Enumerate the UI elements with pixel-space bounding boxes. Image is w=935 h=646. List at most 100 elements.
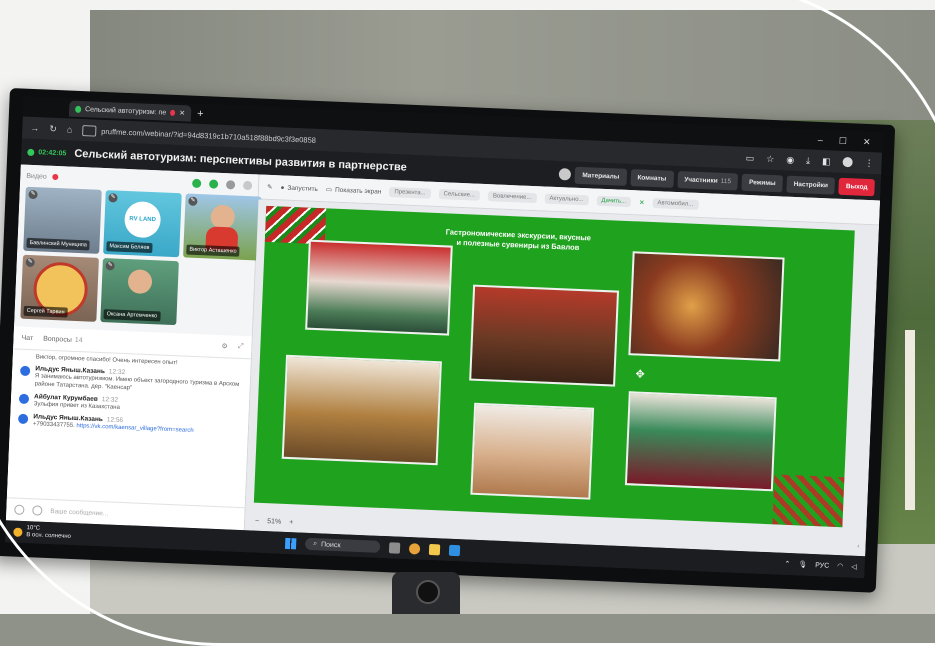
pin-icon[interactable]: ✎ (105, 261, 115, 271)
presentation-chip[interactable]: Презента... (389, 186, 431, 199)
profile-avatar[interactable] (842, 156, 853, 168)
zoom-value: 51% (267, 518, 282, 526)
reload-icon[interactable]: ↻ (49, 123, 57, 134)
show-screen-button[interactable]: ▭ Показать экран (326, 185, 382, 195)
modes-button[interactable]: Режимы (741, 173, 784, 192)
materials-button[interactable]: Материалы (574, 166, 627, 186)
questions-label: Вопросы (43, 335, 72, 344)
video-label: Видео (26, 172, 47, 181)
emoji-icon[interactable] (559, 168, 572, 181)
input-language[interactable]: РУС (815, 562, 829, 570)
cast-icon[interactable]: ▭ (746, 152, 755, 163)
webinar-body: Видео ✎ Бавлинский Муниципа RV LAND ✎ Ма… (5, 164, 881, 557)
presentation-chip-active[interactable]: Дачить... (596, 195, 632, 208)
participant-name: Сергей Тарвин (23, 305, 68, 318)
tray-chevron-icon[interactable]: ⌃ (784, 560, 790, 568)
tab-favicon-icon (75, 105, 82, 113)
participant-face (127, 269, 153, 295)
slide-photo (469, 284, 620, 387)
windows-start-icon[interactable] (284, 537, 297, 549)
weather-widget[interactable]: 10°C В осн. солнечно (13, 525, 71, 541)
presentation-chip[interactable]: Автомобил... (652, 198, 699, 210)
store-icon[interactable] (449, 544, 461, 556)
download-icon[interactable]: ⤓ (806, 155, 810, 166)
prev-slide-icon[interactable]: ‹ (857, 543, 860, 550)
message-text: +79033437755. (32, 421, 75, 430)
weather-temp: 10°C (26, 525, 41, 533)
user-avatar-icon (19, 365, 31, 377)
participants-label: Участники (684, 175, 718, 185)
video-tile[interactable]: RV LAND ✎ Максим Беляев (103, 190, 182, 258)
chat-settings-icon[interactable]: ⚙ (221, 342, 228, 350)
zoom-out-icon[interactable]: − (255, 518, 259, 525)
search-label: Поиск (320, 540, 341, 549)
wifi-icon[interactable]: ◠ (837, 562, 843, 570)
slide-ornament (264, 205, 327, 245)
participants-button[interactable]: Участники 115 (676, 170, 739, 191)
minimize-icon[interactable]: – (818, 134, 823, 145)
slide-photo (624, 391, 777, 492)
volume-icon[interactable]: ◁ (851, 563, 857, 571)
tab-close-icon[interactable]: ✕ (179, 109, 185, 117)
tab-title: Сельский автотуризм: пе (84, 105, 167, 117)
participants-count: 115 (720, 177, 732, 185)
slide-caption: Гастрономические экскурсии, вкусные и по… (445, 227, 592, 253)
participant-name: Виктор Асташенко (186, 244, 240, 257)
taskbar-apps: ⌕ Поиск (284, 537, 461, 556)
presentation-chip[interactable]: Сельские... (438, 189, 481, 201)
file-explorer-icon[interactable] (429, 543, 441, 555)
exit-button[interactable]: Выход (838, 177, 875, 196)
site-info-icon[interactable] (82, 124, 97, 137)
camera-on-icon[interactable] (192, 178, 202, 188)
close-window-icon[interactable]: ✕ (863, 136, 871, 147)
extension-icon[interactable]: ◉ (786, 154, 794, 165)
pin-icon[interactable]: ✎ (28, 189, 38, 200)
start-label: Запустить (287, 184, 319, 193)
menu-icon[interactable]: ⋮ (864, 157, 873, 168)
start-button[interactable]: ● Запустить (280, 184, 318, 193)
video-tile[interactable]: ✎ Оксана Артемченко (100, 258, 179, 326)
maximize-icon[interactable]: ☐ (839, 135, 847, 146)
tab-questions[interactable]: Вопросы 14 (43, 335, 83, 344)
message-list: Виктор, огромное спасибо! Очень интересе… (7, 349, 251, 507)
pin-icon[interactable]: ✎ (188, 196, 198, 206)
zoom-in-icon[interactable]: + (289, 519, 293, 526)
system-tray: ⌃ 🎙 РУС ◠ ◁ (784, 560, 857, 571)
video-tile[interactable]: ✎ Виктор Асташенко (183, 193, 262, 261)
video-controls (192, 178, 253, 190)
chat-message: Ильдус Яныш.Казань 12:56 +79033437755. ht… (17, 413, 240, 437)
close-chip-icon[interactable]: ✕ (639, 198, 645, 206)
chat-panel: Чат Вопросы 14 ⚙ ⤢ Виктор, огромное спаси… (5, 326, 252, 531)
video-settings-icon[interactable] (225, 179, 236, 190)
video-tile[interactable]: ✎ Бавлинский Муниципа (23, 186, 102, 254)
pen-icon[interactable]: ✎ (267, 183, 273, 191)
chrome-icon[interactable] (409, 542, 421, 555)
presentation-chip[interactable]: Вовлечение... (487, 191, 537, 204)
chat-expand-icon[interactable]: ⤢ (238, 343, 244, 351)
emoji-picker-icon[interactable] (14, 504, 25, 515)
tab-chat[interactable]: Чат (21, 334, 33, 341)
presentation-chip[interactable]: Актуально... (544, 193, 589, 206)
video-tile[interactable]: ✎ Сергей Тарвин (20, 254, 99, 322)
task-view-icon[interactable] (389, 541, 401, 554)
new-tab-icon[interactable]: + (197, 108, 204, 120)
slide: Гастрономические экскурсии, вкусные и по… (253, 205, 855, 528)
home-icon[interactable]: ⌂ (67, 124, 73, 134)
expand-video-icon[interactable] (242, 180, 253, 190)
url-text: pruffme.com/webinar/?id=94d8319c1b710a51… (101, 126, 317, 145)
back-icon[interactable]: → (30, 123, 39, 133)
taskbar-search[interactable]: ⌕ Поиск (304, 537, 381, 553)
mic-tray-icon[interactable]: 🎙 (798, 560, 807, 568)
settings-button[interactable]: Настройки (786, 175, 836, 195)
camera-lens (416, 580, 440, 604)
attach-icon[interactable] (32, 505, 43, 516)
sun-icon (13, 527, 23, 537)
bookmark-star-icon[interactable]: ☆ (766, 153, 774, 164)
pin-icon[interactable]: ✎ (108, 193, 118, 203)
rooms-button[interactable]: Комнаты (630, 168, 674, 188)
pin-icon[interactable]: ✎ (25, 257, 35, 268)
white-post (905, 330, 915, 510)
microphone-icon[interactable] (208, 178, 219, 189)
sidepanel-icon[interactable]: ◧ (822, 156, 831, 167)
chat-input[interactable]: Ваше сообщение... (50, 508, 108, 517)
